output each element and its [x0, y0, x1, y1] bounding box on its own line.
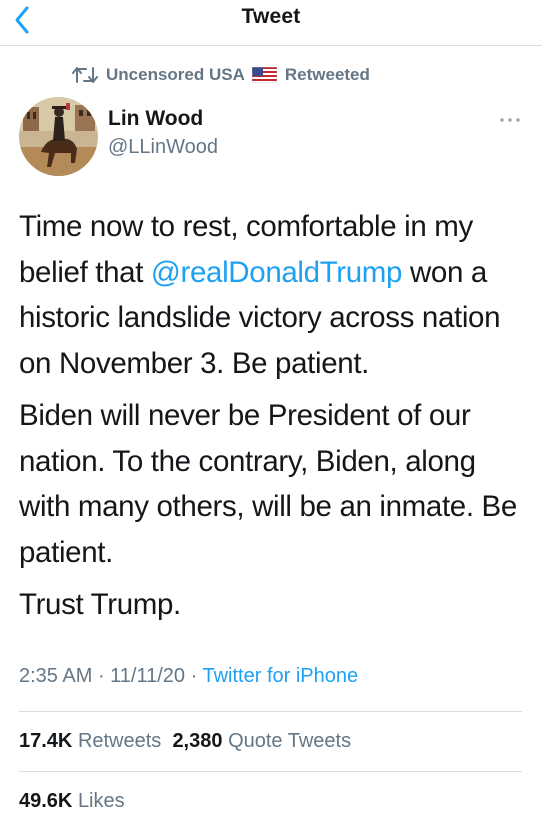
- likes-row: 49.6K Likes: [19, 790, 125, 813]
- retweeter-name: Uncensored USA: [106, 65, 245, 84]
- mention-link[interactable]: @realDonaldTrump: [151, 256, 403, 289]
- retweets-stat[interactable]: 17.4K Retweets: [19, 730, 161, 752]
- retweets-label: Retweets: [77, 730, 162, 752]
- engagement-stats: 17.4K Retweets 2,380 Quote Tweets: [19, 730, 351, 753]
- tweet-date: 11/11/20: [110, 665, 186, 687]
- likes-stat[interactable]: 49.6K Likes: [19, 790, 125, 812]
- likes-label: Likes: [77, 790, 125, 812]
- page-title: Tweet: [241, 5, 301, 28]
- divider: [19, 771, 522, 772]
- author-name[interactable]: Lin Wood: [108, 107, 203, 131]
- tweet-text: Time now to rest, comfortable in my beli…: [19, 204, 529, 635]
- separator: ·: [185, 665, 203, 687]
- divider: [19, 711, 522, 712]
- tweet-paragraph-3: Trust Trump.: [19, 588, 181, 621]
- avatar[interactable]: [19, 97, 98, 176]
- likes-count: 49.6K: [19, 790, 73, 812]
- quote-tweets-stat[interactable]: 2,380 Quote Tweets: [172, 730, 351, 752]
- tweet-metadata: 2:35 AM · 11/11/20 · Twitter for iPhone: [19, 665, 358, 688]
- us-flag-icon: [251, 67, 277, 83]
- more-options-button[interactable]: [495, 110, 525, 130]
- retweeted-label: Retweeted: [284, 65, 370, 84]
- top-navigation-bar: Tweet: [0, 0, 542, 46]
- quote-tweets-label: Quote Tweets: [228, 730, 352, 752]
- tweet-paragraph-2: Biden will never be President of our nat…: [19, 399, 517, 569]
- more-icon: [500, 118, 520, 122]
- tweet-paragraph-1: Time now to rest, comfortable in my beli…: [19, 204, 529, 386]
- retweet-context[interactable]: Uncensored USA Retweeted: [72, 63, 370, 87]
- separator: ·: [92, 665, 111, 687]
- tweet-time: 2:35 AM: [19, 665, 93, 687]
- retweet-icon: [72, 67, 98, 83]
- author-handle[interactable]: @LLinWood: [108, 136, 218, 159]
- retweets-count: 17.4K: [19, 730, 73, 752]
- source-link[interactable]: Twitter for iPhone: [202, 665, 358, 687]
- quote-tweets-count: 2,380: [172, 730, 223, 752]
